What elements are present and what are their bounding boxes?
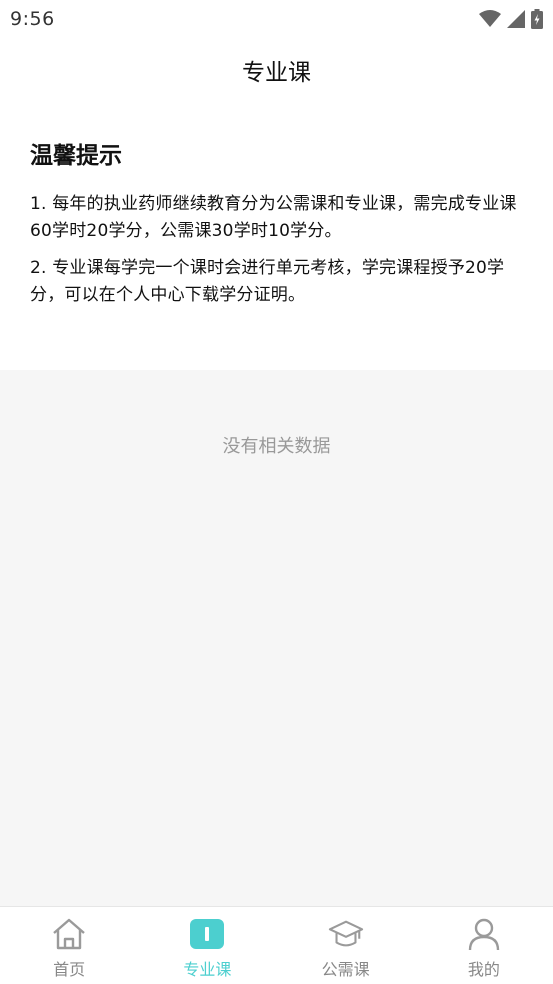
tips-section: 温馨提示 1. 每年的执业药师继续教育分为公需课和专业课，需完成专业课60学时2… bbox=[30, 136, 530, 319]
tip-line-2: 2. 专业课每学完一个课时会进行单元考核，学完课程授予20学分，可以在个人中心下… bbox=[30, 258, 505, 305]
tip-line-1: 1. 每年的执业药师继续教育分为公需课和专业课，需完成专业课60学时20学分，公… bbox=[30, 194, 517, 241]
nav-item-mine[interactable]: 我的 bbox=[415, 907, 553, 984]
wifi-icon bbox=[479, 10, 501, 28]
page-title: 专业课 bbox=[242, 60, 311, 86]
signal-icon bbox=[507, 10, 525, 28]
nav-item-home[interactable]: 首页 bbox=[0, 907, 138, 984]
nav-label-mine: 我的 bbox=[467, 960, 500, 979]
course-list-empty: 没有相关数据 bbox=[0, 370, 553, 906]
nav-label-professional: 专业课 bbox=[183, 960, 232, 979]
app-screen: 9:56 专业课 温馨提示 1. 每年的执业药师继续教育分为公需课和专业课，需完… bbox=[0, 0, 553, 984]
empty-state-text: 没有相关数据 bbox=[222, 436, 331, 457]
user-icon bbox=[466, 916, 502, 952]
status-icons bbox=[479, 9, 543, 29]
nav-item-public[interactable]: 公需课 bbox=[277, 907, 415, 984]
nav-item-professional[interactable]: 专业课 bbox=[138, 907, 276, 984]
status-time: 9:56 bbox=[10, 8, 55, 30]
graduation-cap-icon bbox=[328, 916, 364, 952]
tips-heading: 温馨提示 bbox=[30, 143, 122, 169]
battery-charging-icon bbox=[531, 9, 543, 29]
title-bar: 专业课 bbox=[0, 38, 553, 102]
status-bar: 9:56 bbox=[0, 0, 553, 38]
home-icon bbox=[51, 916, 87, 952]
nav-label-public: 公需课 bbox=[321, 960, 370, 979]
bottom-nav: 首页 专业课 公需课 我的 bbox=[0, 906, 553, 984]
nav-label-home: 首页 bbox=[53, 960, 86, 979]
book-icon bbox=[189, 916, 225, 952]
